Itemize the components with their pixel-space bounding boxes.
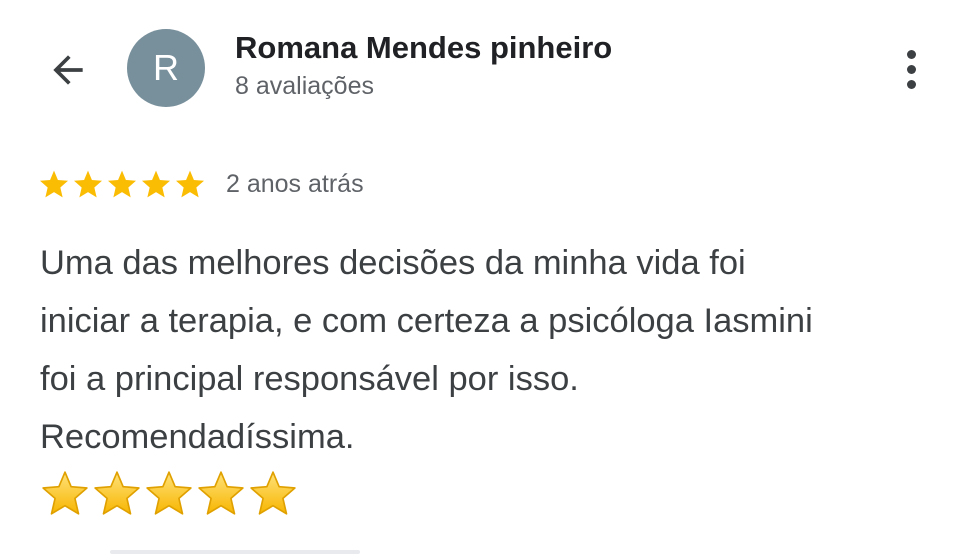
review-text-line: iniciar a terapia, e com certeza a psicó… [40,302,813,340]
review-text: Uma das melhores decisões da minha vida … [40,234,950,466]
rating-stars [38,168,206,200]
star-emoji-icon [198,471,244,515]
star-icon [108,170,136,198]
star-icon [176,170,204,198]
star-emoji-icon [250,471,296,515]
rating-row: 2 anos atrás [38,167,364,201]
reviewer-name[interactable]: Romana Mendes pinheiro [235,30,612,66]
scroll-handle[interactable] [110,550,360,554]
avatar[interactable]: R [127,29,205,107]
review-text-line: foi a principal responsável por isso. [40,360,579,398]
star-emoji-icon [94,471,140,515]
star-emoji-icon [146,471,192,515]
star-icon [74,170,102,198]
more-vert-icon [906,49,916,59]
more-vert-icon-dot [906,79,916,89]
review-text-line: Recomendadíssima. [40,418,355,456]
star-icon [142,170,170,198]
back-button[interactable] [40,42,96,98]
more-options-button[interactable] [890,44,932,94]
emoji-stars [40,468,298,518]
review-text-line: Uma das melhores decisões da minha vida … [40,244,746,282]
star-emoji-icon [42,471,88,515]
more-vert-icon-dot [906,64,916,74]
star-icon [40,170,68,198]
arrow-left-icon [53,55,83,85]
avatar-initial: R [153,47,179,88]
review-count: 8 avaliações [235,72,374,100]
review-date: 2 anos atrás [226,169,364,198]
review-page: R Romana Mendes pinheiro 8 avaliações 2 … [0,0,980,554]
